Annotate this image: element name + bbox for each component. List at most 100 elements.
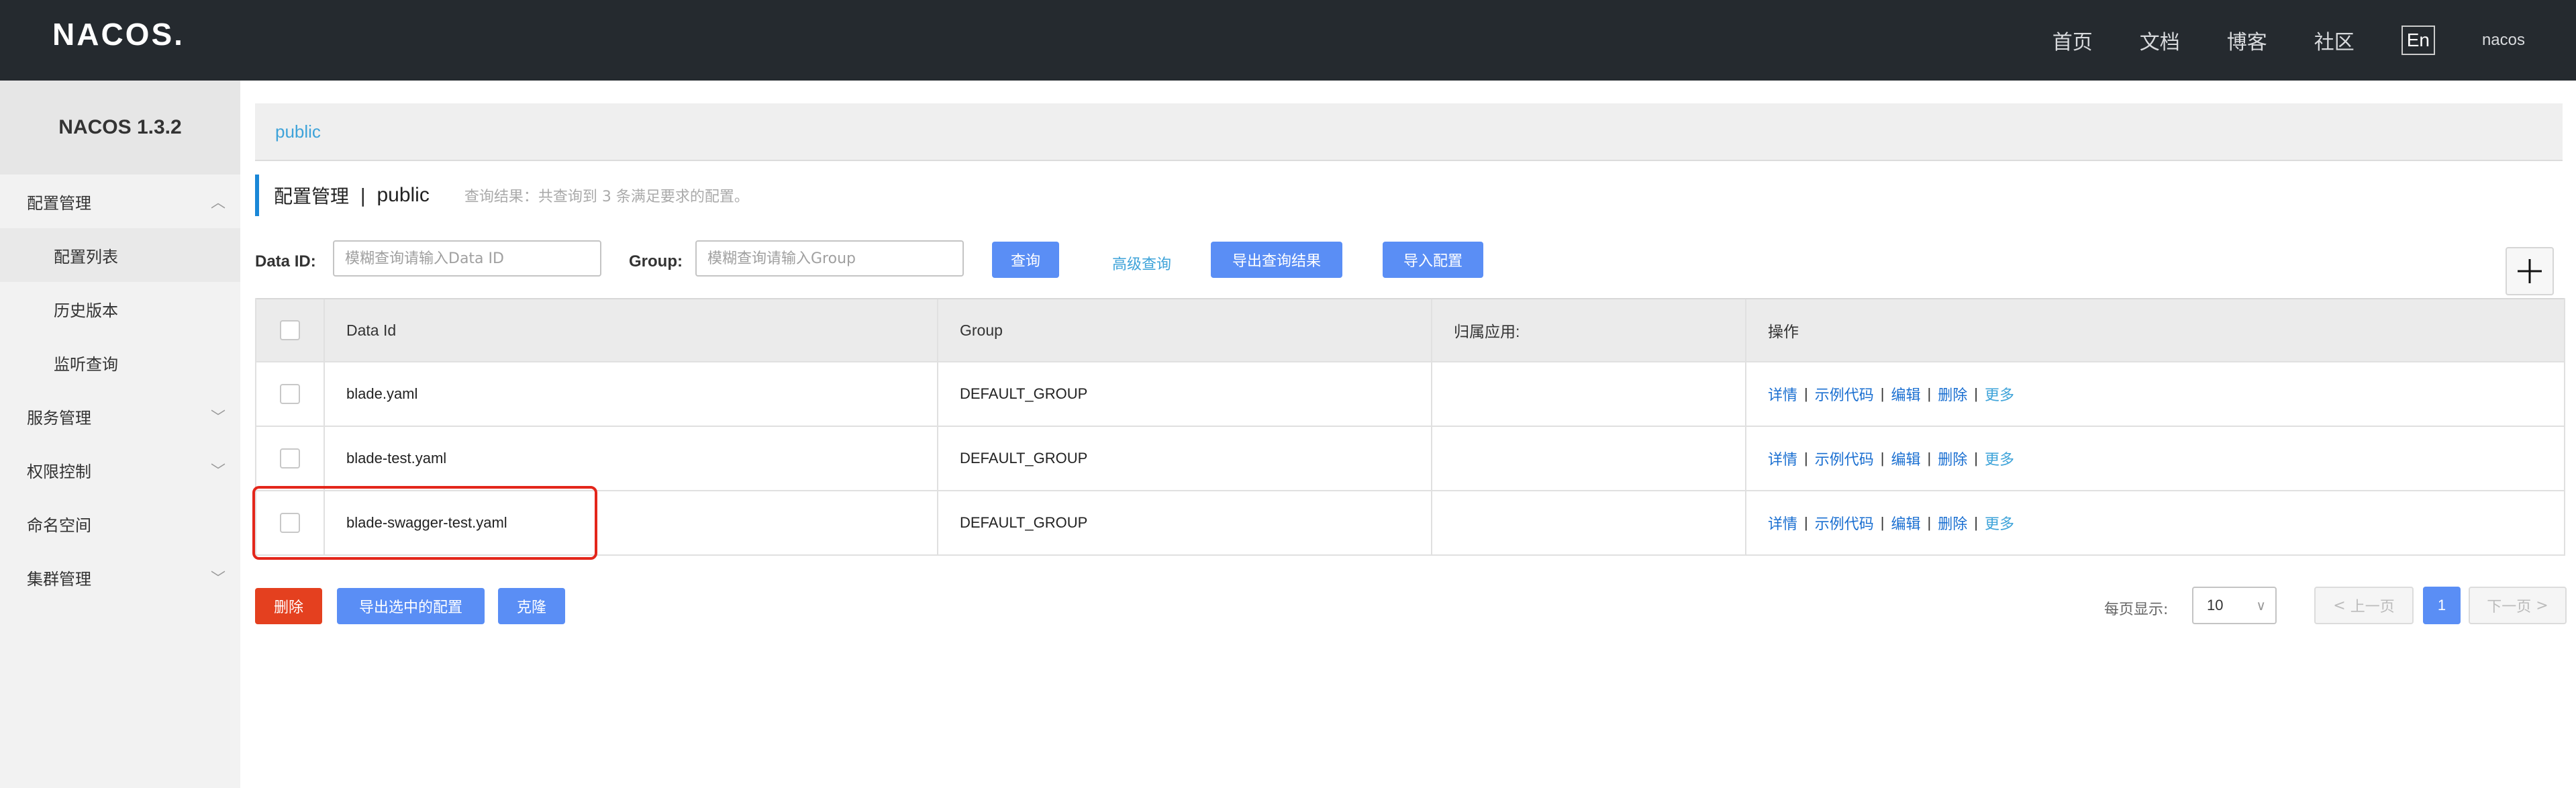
nacos-logo[interactable]: NACOS. (52, 16, 185, 52)
page-size-label: 每页显示: (2104, 601, 2169, 618)
data-id-cell: blade-swagger-test.yaml (325, 491, 938, 554)
header-checkbox-cell (256, 299, 325, 361)
language-switch[interactable]: En (2401, 26, 2435, 55)
filter-row: Data ID: Group: 查询 高级查询 导出查询结果 导入配置 (255, 236, 2564, 297)
details-link[interactable]: 详情 (1768, 383, 1797, 405)
top-nav: 首页 文档 博客 社区 En nacos (2005, 0, 2576, 81)
table-row: blade-test.yaml DEFAULT_GROUP 详情 | 示例代码 | 编辑… (256, 427, 2564, 491)
more-link[interactable]: 更多 (1985, 448, 2014, 469)
sample-code-link[interactable]: 示例代码 (1815, 512, 1874, 534)
user-menu[interactable]: nacos (2482, 31, 2525, 50)
next-page-button[interactable]: 下一页 > (2469, 587, 2567, 624)
sidebar-item-label: 监听查询 (54, 354, 118, 374)
delete-link[interactable]: 删除 (1938, 383, 1967, 405)
table-header-row: Data Id Group 归属应用: 操作 (256, 298, 2564, 362)
op-separator: | (1804, 450, 1808, 466)
sidebar-item-label: 历史版本 (54, 301, 118, 320)
add-config-button[interactable] (2506, 247, 2554, 295)
sample-code-link[interactable]: 示例代码 (1815, 383, 1874, 405)
row-checkbox[interactable] (280, 513, 300, 533)
chevron-down-icon: ∨ (2256, 598, 2266, 613)
sidebar-item-config-list[interactable]: 配置列表 (0, 228, 240, 282)
column-header-data-id: Data Id (325, 299, 938, 361)
row-checkbox-cell (256, 427, 325, 490)
sidebar: NACOS 1.3.2 配置管理 ︿ 配置列表 历史版本 监听查询 服务管理 ﹀… (0, 81, 240, 788)
op-separator: | (1927, 385, 1932, 402)
nav-blog[interactable]: 博客 (2227, 26, 2267, 55)
op-separator: | (1974, 514, 1978, 531)
sidebar-item-label: 配置管理 (27, 193, 91, 213)
op-separator: | (1974, 450, 1978, 466)
row-checkbox[interactable] (280, 448, 300, 469)
details-link[interactable]: 详情 (1768, 512, 1797, 534)
sidebar-item-listener-query[interactable]: 监听查询 (0, 336, 240, 389)
details-link[interactable]: 详情 (1768, 448, 1797, 469)
sidebar-item-access-control[interactable]: 权限控制 ﹀ (0, 443, 240, 497)
edit-link[interactable]: 编辑 (1891, 383, 1920, 405)
clone-button[interactable]: 克隆 (498, 588, 565, 624)
chevron-left-icon: < (2333, 597, 2350, 614)
app-cell (1432, 491, 1746, 554)
op-separator: | (1804, 514, 1808, 531)
sidebar-item-label: 命名空间 (27, 515, 91, 535)
edit-link[interactable]: 编辑 (1891, 448, 1920, 469)
actions-cell: 详情 | 示例代码 | 编辑 | 删除 | 更多 (1746, 427, 2564, 490)
chevron-up-icon: ︿ (210, 195, 226, 211)
chevron-down-icon: ﹀ (210, 409, 226, 426)
delete-button[interactable]: 删除 (255, 588, 322, 624)
sidebar-item-label: 权限控制 (27, 462, 91, 481)
page-size-select[interactable]: 10 ∨ (2192, 587, 2277, 624)
group-label: Group: (629, 252, 683, 270)
op-separator: | (1880, 450, 1885, 466)
actions-cell: 详情 | 示例代码 | 编辑 | 删除 | 更多 (1746, 491, 2564, 554)
plus-icon (2518, 259, 2542, 283)
table-row: blade.yaml DEFAULT_GROUP 详情 | 示例代码 | 编辑 | 删除 | 更… (256, 362, 2564, 427)
data-id-cell: blade-test.yaml (325, 427, 938, 490)
select-all-checkbox[interactable] (280, 320, 300, 340)
op-separator: | (1974, 385, 1978, 402)
nav-community[interactable]: 社区 (2314, 26, 2355, 55)
advanced-query-link[interactable]: 高级查询 (1112, 252, 1171, 274)
query-result-hint: 查询结果：共查询到 3 条满足要求的配置。 (464, 189, 749, 205)
export-selected-button[interactable]: 导出选中的配置 (337, 588, 485, 624)
sidebar-item-config-management[interactable]: 配置管理 ︿ (0, 175, 240, 228)
data-id-cell: blade.yaml (325, 362, 938, 426)
page-size-value: 10 (2207, 597, 2224, 613)
row-checkbox[interactable] (280, 384, 300, 404)
title-separator: | (360, 184, 366, 207)
delete-link[interactable]: 删除 (1938, 512, 1967, 534)
export-query-results-button[interactable]: 导出查询结果 (1211, 242, 1342, 278)
bottom-action-bar: 删除 导出选中的配置 克隆 每页显示: 10 ∨ < 上一页 1 下一页 > (255, 583, 2567, 630)
more-link[interactable]: 更多 (1985, 383, 2014, 405)
app-cell (1432, 362, 1746, 426)
page-header: 配置管理 | public 查询结果：共查询到 3 条满足要求的配置。 (255, 175, 749, 216)
prev-page-button[interactable]: < 上一页 (2314, 587, 2414, 624)
sample-code-link[interactable]: 示例代码 (1815, 448, 1874, 469)
sidebar-item-label: 集群管理 (27, 569, 91, 589)
op-separator: | (1880, 514, 1885, 531)
query-button[interactable]: 查询 (992, 242, 1059, 278)
op-separator: | (1927, 514, 1932, 531)
main-content: public 配置管理 | public 查询结果：共查询到 3 条满足要求的配… (240, 81, 2576, 788)
nav-home[interactable]: 首页 (2052, 26, 2093, 55)
edit-link[interactable]: 编辑 (1891, 512, 1920, 534)
sidebar-item-cluster-management[interactable]: 集群管理 ﹀ (0, 550, 240, 604)
prev-page-label: 上一页 (2350, 599, 2395, 615)
namespace-tab-public[interactable]: public (275, 121, 321, 142)
sidebar-item-history[interactable]: 历史版本 (0, 282, 240, 336)
page-title: 配置管理 (274, 185, 350, 207)
import-config-button[interactable]: 导入配置 (1383, 242, 1483, 278)
sidebar-item-namespace[interactable]: 命名空间 (0, 497, 240, 550)
sidebar-item-label: 服务管理 (27, 408, 91, 428)
data-id-input[interactable] (333, 240, 601, 277)
more-link[interactable]: 更多 (1985, 512, 2014, 534)
sidebar-item-service-management[interactable]: 服务管理 ﹀ (0, 389, 240, 443)
current-page-button[interactable]: 1 (2423, 587, 2461, 624)
sidebar-title: NACOS 1.3.2 (0, 81, 240, 175)
nav-docs[interactable]: 文档 (2140, 26, 2180, 55)
delete-link[interactable]: 删除 (1938, 448, 1967, 469)
next-page-label: 下一页 (2487, 599, 2532, 615)
group-input[interactable] (695, 240, 964, 277)
column-header-actions: 操作 (1768, 323, 1799, 340)
op-separator: | (1880, 385, 1885, 402)
